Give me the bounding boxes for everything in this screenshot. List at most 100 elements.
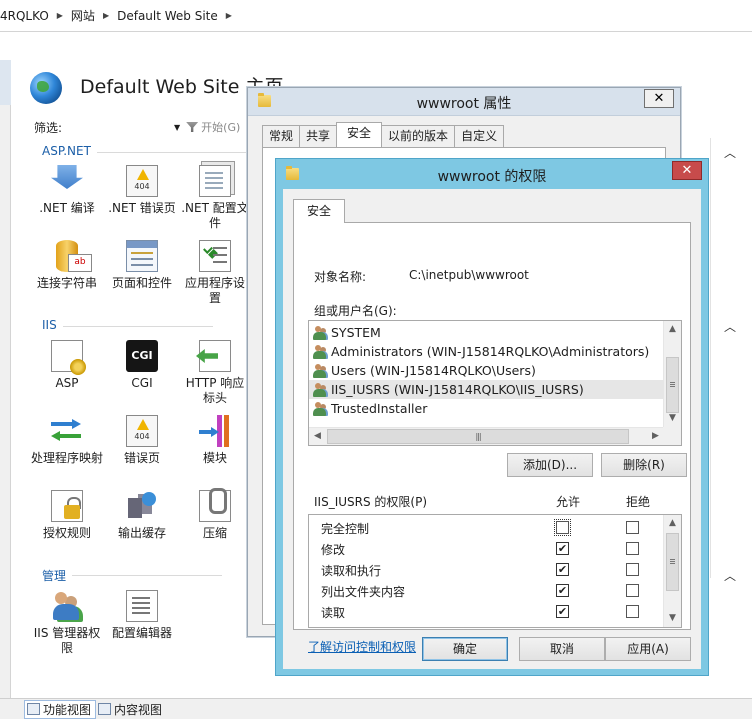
- scroll-down-icon[interactable]: ▼: [664, 410, 681, 427]
- breadcrumb-server[interactable]: 4RQLKO: [0, 9, 49, 23]
- scroll-thumb[interactable]: [666, 357, 679, 413]
- allow-checkbox[interactable]: ✔: [556, 584, 569, 597]
- feature-net-compile[interactable]: .NET 编译: [30, 165, 104, 216]
- content-view-tab[interactable]: 内容视图: [96, 700, 166, 719]
- list-item[interactable]: Users (WIN-J15814RQLKO\Users): [309, 361, 663, 380]
- user-group-icon: [313, 325, 327, 340]
- cancel-button[interactable]: 取消: [519, 637, 605, 661]
- users-listbox[interactable]: SYSTEM Administrators (WIN-J15814RQLKO\A…: [308, 320, 682, 446]
- feature-iis-manager-perms[interactable]: IIS 管理器权限: [30, 590, 104, 656]
- allow-header: 允许: [556, 495, 581, 509]
- permission-name: 完全控制: [321, 522, 370, 536]
- permissions-titlebar[interactable]: wwwroot 的权限 ✕: [276, 159, 708, 189]
- feature-connection-strings[interactable]: 连接字符串: [30, 240, 104, 291]
- scroll-left-icon[interactable]: ◀: [309, 428, 326, 445]
- list-item[interactable]: SYSTEM: [309, 323, 663, 342]
- feature-modules[interactable]: 模块: [180, 415, 250, 466]
- breadcrumb-sites[interactable]: 网站: [71, 7, 95, 24]
- permission-row: 修改 ✔: [309, 538, 663, 559]
- user-name: TrustedInstaller: [331, 401, 428, 416]
- permission-row: 读取 ✔: [309, 601, 663, 622]
- scroll-right-icon[interactable]: ▶: [647, 428, 664, 445]
- users-vertical-scrollbar[interactable]: ▲ ▼: [663, 321, 681, 427]
- feature-asp[interactable]: ASP: [30, 340, 104, 391]
- user-name: Users (WIN-J15814RQLKO\Users): [331, 363, 536, 378]
- deny-checkbox[interactable]: [626, 584, 639, 597]
- collapse-up-icon[interactable]: ︿: [724, 318, 736, 335]
- permissions-vertical-scrollbar[interactable]: ▲ ▼: [663, 515, 681, 627]
- close-button[interactable]: ✕: [672, 161, 702, 180]
- scroll-thumb[interactable]: |||: [327, 429, 629, 444]
- allow-checkbox[interactable]: ✔: [556, 542, 569, 555]
- users-horizontal-scrollbar[interactable]: ◀ ||| ▶: [309, 427, 665, 445]
- scroll-up-icon[interactable]: ▲: [664, 321, 681, 338]
- feature-compression[interactable]: 压缩: [180, 488, 250, 541]
- feature-pages-controls[interactable]: 页面和控件: [105, 240, 179, 291]
- compile-icon: [51, 165, 83, 189]
- feature-label: 模块: [202, 451, 227, 465]
- remove-button[interactable]: 删除(R): [601, 453, 687, 477]
- chevron-right-icon[interactable]: ▶: [103, 11, 109, 20]
- collapse-up-icon[interactable]: ︿: [724, 144, 736, 161]
- feature-label: HTTP 响应标头: [185, 376, 245, 405]
- list-item[interactable]: Administrators (WIN-J15814RQLKO\Administ…: [309, 342, 663, 361]
- feature-net-error-pages[interactable]: .NET 错误页: [105, 165, 179, 216]
- chevron-right-icon[interactable]: ▶: [57, 11, 63, 20]
- ok-button[interactable]: 确定: [422, 637, 508, 661]
- chevron-down-icon[interactable]: ▼: [174, 123, 180, 132]
- scroll-thumb[interactable]: [666, 533, 679, 591]
- permission-name: 读取和执行: [321, 564, 382, 578]
- feature-http-headers[interactable]: HTTP 响应标头: [180, 340, 250, 406]
- feature-label: 压缩: [202, 526, 227, 540]
- group-header-iis[interactable]: IIS: [42, 318, 210, 332]
- deny-checkbox[interactable]: [626, 542, 639, 555]
- filter-input[interactable]: 筛选:: [34, 119, 174, 136]
- list-item-selected[interactable]: IIS_IUSRS (WIN-J15814RQLKO\IIS_IUSRS): [309, 380, 663, 399]
- tab-customize[interactable]: 自定义: [454, 125, 505, 147]
- feature-net-config[interactable]: .NET 配置文件: [180, 165, 250, 231]
- feature-auth-rules[interactable]: 授权规则: [30, 490, 104, 541]
- feature-label: .NET 错误页: [108, 201, 176, 215]
- add-button[interactable]: 添加(D)...: [507, 453, 593, 477]
- feature-cgi[interactable]: CGI CGI: [105, 340, 179, 391]
- feature-error-pages[interactable]: 错误页: [105, 415, 179, 466]
- tab-security[interactable]: 安全: [293, 199, 345, 223]
- connections-pane-selection: [0, 60, 11, 105]
- allow-checkbox[interactable]: [554, 519, 571, 536]
- handler-arrows-icon: [51, 415, 83, 447]
- tab-security[interactable]: 安全: [336, 122, 383, 147]
- close-icon: ✕: [681, 163, 693, 178]
- deny-checkbox[interactable]: [626, 521, 639, 534]
- feature-config-editor[interactable]: 配置编辑器: [105, 590, 179, 641]
- deny-checkbox[interactable]: [626, 605, 639, 618]
- grip-icon: [670, 559, 675, 560]
- learn-access-control-link[interactable]: 了解访问控制和权限: [308, 638, 416, 655]
- deny-checkbox[interactable]: [626, 563, 639, 576]
- group-header-management[interactable]: 管理: [42, 567, 223, 584]
- collapse-up-icon[interactable]: ︿: [724, 567, 736, 584]
- feature-output-cache[interactable]: 输出缓存: [105, 490, 179, 541]
- allow-checkbox[interactable]: ✔: [556, 605, 569, 618]
- permission-row: 列出文件夹内容 ✔: [309, 580, 663, 601]
- list-item[interactable]: TrustedInstaller: [309, 399, 663, 418]
- feature-app-settings[interactable]: 应用程序设置: [180, 240, 250, 306]
- start-filter-button[interactable]: 开始(G): [201, 119, 240, 135]
- features-view-tab[interactable]: 功能视图: [24, 699, 97, 719]
- apply-button[interactable]: 应用(A): [605, 637, 691, 661]
- close-button[interactable]: ✕: [644, 89, 674, 108]
- tab-sharing[interactable]: 共享: [299, 125, 338, 147]
- chevron-right-icon[interactable]: ▶: [226, 11, 232, 20]
- allow-checkbox[interactable]: ✔: [556, 563, 569, 576]
- tab-general[interactable]: 常规: [262, 125, 301, 147]
- permission-name: 修改: [321, 543, 346, 557]
- scroll-down-icon[interactable]: ▼: [664, 610, 681, 627]
- group-header-aspnet[interactable]: ASP.NET: [42, 144, 247, 158]
- checkmark-icon: ✔: [557, 563, 568, 576]
- grid-icon: [27, 703, 40, 715]
- scroll-up-icon[interactable]: ▲: [664, 515, 681, 532]
- breadcrumb-site[interactable]: Default Web Site: [117, 9, 218, 23]
- properties-titlebar[interactable]: wwwroot 属性 ✕: [248, 88, 680, 116]
- tab-previous-versions[interactable]: 以前的版本: [381, 125, 456, 147]
- content-icon: [98, 703, 112, 715]
- feature-handler-mappings[interactable]: 处理程序映射: [30, 415, 104, 466]
